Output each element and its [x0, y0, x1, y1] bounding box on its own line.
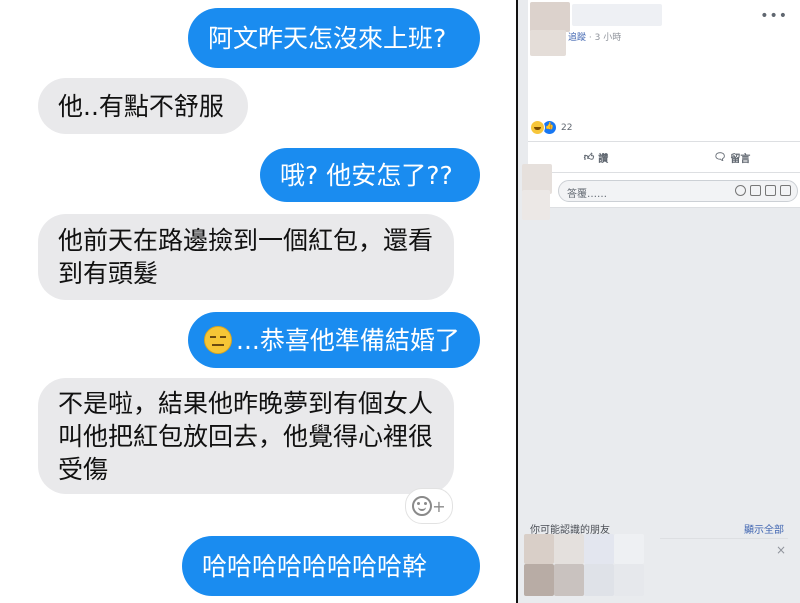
- gif-icon[interactable]: [765, 185, 776, 196]
- author-name[interactable]: [572, 4, 662, 26]
- post-card: 追蹤 · 3 小時 ••• 22 👍︎ 讚 🗨︎ 留言 答覆……: [522, 0, 800, 220]
- suggested-friend-photo[interactable]: [524, 534, 554, 564]
- comment-placeholder: 答覆……: [567, 189, 607, 200]
- suggested-friend-photo[interactable]: [614, 564, 644, 596]
- like-label: 讚: [598, 153, 609, 165]
- comment-input[interactable]: 答覆……: [558, 180, 798, 202]
- avatar: [530, 30, 566, 56]
- sticker-icon[interactable]: [780, 185, 791, 196]
- post-actions: 👍︎ 讚 🗨︎ 留言: [528, 141, 800, 173]
- message-sent: 哈哈哈哈哈哈哈哈幹: [182, 536, 480, 596]
- see-all-link[interactable]: 顯示全部: [744, 521, 784, 536]
- more-options-icon[interactable]: •••: [760, 8, 788, 24]
- message-sent: 哦? 他安怎了??: [260, 148, 480, 202]
- comment-label: 留言: [730, 153, 751, 165]
- message-sent: 阿文昨天怎沒來上班?: [188, 8, 480, 68]
- message-received: 他前天在路邊撿到一個紅包，還看到有頭髮: [38, 214, 454, 300]
- message-text: 哦? 他安怎了??: [280, 160, 453, 190]
- message-received: 不是啦，結果他昨晚夢到有個女人叫他把紅包放回去，他覺得心裡很受傷: [38, 378, 454, 494]
- thumbs-up-icon: 👍︎: [583, 152, 595, 163]
- post-time[interactable]: 3 小時: [595, 33, 622, 43]
- message-text: 不是啦，結果他昨晚夢到有個女人叫他把紅包放回去，他覺得心裡很受傷: [58, 388, 434, 484]
- haha-reaction-icon: [530, 120, 545, 135]
- reaction-count: 22: [561, 122, 573, 133]
- comment-button[interactable]: 🗨︎ 留言: [664, 142, 800, 172]
- message-text: 他前天在路邊撿到一個紅包，還看到有頭髮: [58, 226, 434, 288]
- facebook-panel: 追蹤 · 3 小時 ••• 22 👍︎ 讚 🗨︎ 留言 答覆……: [518, 0, 800, 603]
- follow-link[interactable]: 追蹤: [568, 33, 586, 43]
- suggested-friend-photo[interactable]: [584, 534, 614, 564]
- add-reaction-button[interactable]: +: [405, 488, 453, 524]
- avatar: [522, 190, 550, 220]
- camera-icon[interactable]: [750, 185, 761, 196]
- composer-icons: [735, 185, 791, 196]
- avatar[interactable]: [530, 2, 570, 32]
- suggested-friend-photo[interactable]: [554, 564, 584, 596]
- emoji-icon[interactable]: [735, 185, 746, 196]
- suggested-friend-photo[interactable]: [584, 564, 614, 596]
- suggested-friend-photo[interactable]: [614, 534, 644, 564]
- close-icon[interactable]: ×: [776, 543, 786, 557]
- message-text: ...恭喜他準備結婚了: [236, 325, 460, 355]
- speech-bubble-icon: 🗨︎: [713, 151, 727, 163]
- plus-icon: +: [432, 496, 446, 516]
- smiley-icon: [412, 496, 433, 516]
- suggested-friend-photo[interactable]: [554, 534, 584, 564]
- post-meta: 追蹤 · 3 小時: [568, 33, 622, 43]
- reaction-summary[interactable]: 22: [530, 120, 572, 135]
- message-text: 他..有點不舒服: [58, 91, 224, 121]
- divider: [660, 538, 788, 539]
- comment-composer: 答覆……: [522, 164, 800, 220]
- message-sent: ...恭喜他準備結婚了: [188, 312, 480, 368]
- message-text: 阿文昨天怎沒來上班?: [208, 23, 447, 53]
- message-received: 他..有點不舒服: [38, 78, 248, 134]
- expressionless-emoji-icon: [204, 326, 232, 354]
- chat-screenshot: 阿文昨天怎沒來上班? 他..有點不舒服 哦? 他安怎了?? 他前天在路邊撿到一個…: [0, 0, 518, 603]
- message-text: 哈哈哈哈哈哈哈哈幹: [202, 551, 428, 581]
- suggested-friend-photo[interactable]: [524, 564, 554, 596]
